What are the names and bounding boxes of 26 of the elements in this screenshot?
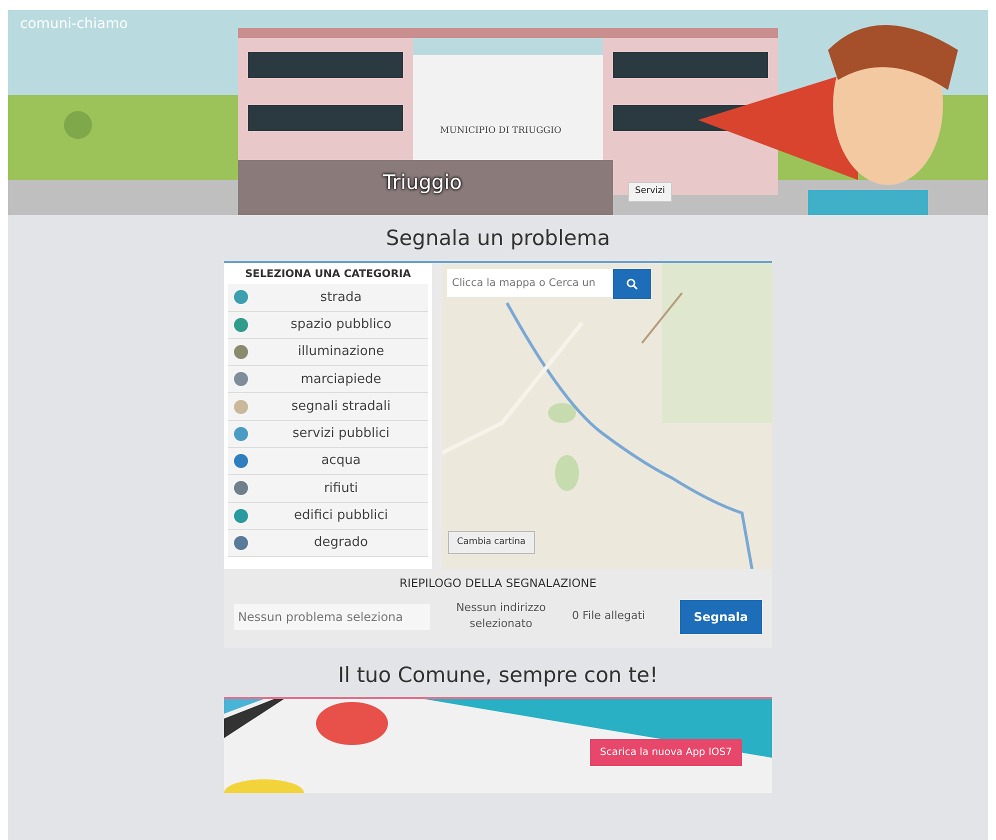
section-title: Il tuo Comune, sempre con te! <box>337 662 659 689</box>
category-item[interactable]: rifiuti <box>228 475 428 503</box>
category-item[interactable]: edifici pubblici <box>228 502 428 530</box>
search-button[interactable] <box>613 268 651 298</box>
problem-field[interactable]: Nessun problema seleziona <box>234 604 430 630</box>
category-item[interactable]: strada <box>228 284 428 312</box>
category-item[interactable]: segnali stradali <box>228 393 428 421</box>
category-item[interactable]: acqua <box>228 448 428 476</box>
address-text: Nessun indirizzo selezionato <box>455 600 547 632</box>
category-item[interactable]: spazio pubblico <box>228 312 428 339</box>
services-button[interactable]: Servizi <box>628 182 672 202</box>
category-item[interactable]: degrado <box>228 530 428 558</box>
submit-button[interactable]: Segnala <box>680 600 762 634</box>
building-sign: MUNICIPIO DI TRIUGGIO <box>440 125 562 138</box>
category-item[interactable]: marciapiede <box>228 366 428 394</box>
town-name: Triuggio <box>383 169 462 196</box>
search-field[interactable]: Clicca la mappa o Cerca un <box>447 268 613 296</box>
category-item[interactable]: illuminazione <box>228 338 428 366</box>
summary-title: RIEPILOGO DELLA SEGNALAZIONE <box>398 574 598 592</box>
category-heading: SELEZIONA UNA CATEGORIA <box>244 266 412 282</box>
change-map-button[interactable]: Cambia cartina <box>448 530 535 554</box>
files-count: 0 File allegati <box>572 608 646 624</box>
download-button[interactable]: Scarica la nuova App IOS7 <box>590 739 742 766</box>
search-icon <box>626 278 638 290</box>
category-item[interactable]: servizi pubblici <box>228 420 428 448</box>
section-title: Segnala un problema <box>384 225 612 252</box>
